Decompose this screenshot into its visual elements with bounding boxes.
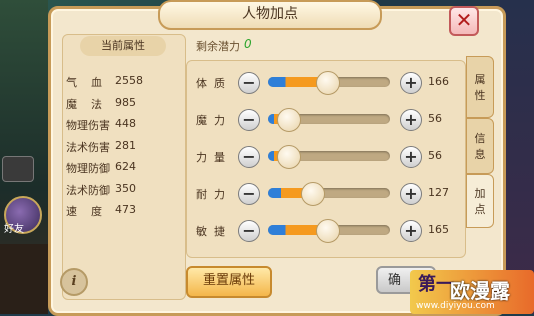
attribute-slider-knob[interactable] (315, 71, 340, 95)
attribute-slider-knob[interactable] (315, 219, 340, 243)
attribute-name: 敏 捷 (196, 225, 225, 238)
tab-add-points[interactable]: 加 点 (466, 174, 494, 228)
stat-label: 法术伤害 (66, 140, 110, 154)
friend-label: 好友 (4, 224, 24, 235)
stat-label: 气 血 (66, 76, 102, 89)
plus-button[interactable]: + (400, 109, 422, 131)
minus-button[interactable]: − (238, 146, 260, 168)
stat-label: 物理防御 (66, 162, 110, 175)
attribute-value: 166 (428, 75, 449, 88)
minus-button[interactable]: − (238, 72, 260, 94)
stat-label: 速 度 (66, 205, 102, 218)
stat-value: 624 (115, 160, 136, 173)
stat-value: 2558 (115, 74, 143, 87)
attribute-name: 耐 力 (196, 188, 225, 201)
plus-button[interactable]: + (400, 72, 422, 94)
tab-attributes[interactable]: 属 性 (466, 56, 494, 118)
watermark-site-title: 欧漫露 (450, 279, 510, 303)
watermark-url: www.diyiyou.com (416, 301, 495, 311)
tab-info[interactable]: 信 息 (466, 118, 494, 174)
current-stats-header: 当前属性 (80, 36, 166, 56)
attribute-value: 127 (428, 186, 449, 199)
minus-button[interactable]: − (238, 183, 260, 205)
stat-value: 448 (115, 117, 136, 130)
attribute-value: 56 (428, 149, 442, 162)
attribute-name: 魔 力 (196, 114, 225, 127)
stat-label: 物理伤害 (66, 119, 110, 132)
attribute-name: 力 量 (196, 151, 225, 164)
attribute-slider-knob[interactable] (300, 182, 325, 206)
stat-value: 350 (115, 181, 136, 195)
panel-title: 人物加点 (158, 0, 382, 30)
tab-info-label: 信 息 (474, 132, 486, 161)
plus-button[interactable]: + (400, 220, 422, 242)
chat-icon[interactable] (2, 156, 34, 182)
chat-area (0, 244, 48, 314)
tab-add-points-label: 加 点 (474, 187, 486, 216)
stat-label: 魔 法 (66, 97, 102, 111)
stat-value: 281 (115, 138, 136, 152)
attribute-slider-knob[interactable] (276, 145, 301, 169)
minus-button[interactable]: − (238, 220, 260, 242)
tab-attributes-label: 属 性 (474, 73, 486, 102)
info-button[interactable]: i (60, 268, 88, 296)
stat-value: 985 (115, 95, 136, 109)
remaining-potential-label: 剩余潜力 (196, 40, 240, 53)
plus-button[interactable]: + (400, 183, 422, 205)
stat-label: 法术防御 (66, 183, 110, 197)
attribute-value: 165 (428, 223, 449, 236)
attribute-slider-track[interactable] (268, 188, 390, 198)
close-button[interactable]: ✕ (449, 6, 479, 36)
attribute-slider-knob[interactable] (276, 108, 301, 132)
watermark-brand: 第一 (418, 274, 454, 295)
remaining-potential-value: 0 (244, 37, 252, 51)
plus-button[interactable]: + (400, 146, 422, 168)
reset-attributes-button[interactable]: 重置属性 (186, 266, 272, 298)
minus-button[interactable]: − (238, 109, 260, 131)
attribute-name: 体 质 (196, 77, 225, 90)
stat-value: 473 (115, 203, 136, 216)
attribute-value: 56 (428, 112, 442, 125)
